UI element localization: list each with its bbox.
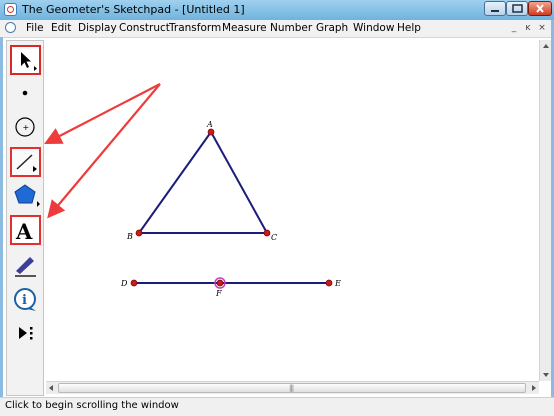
text-tool-label: A xyxy=(15,219,33,243)
pentagon-icon xyxy=(14,184,40,207)
marker-tool[interactable] xyxy=(10,251,41,281)
sketchpad-app-icon xyxy=(4,3,17,16)
menu-graph[interactable]: Graph xyxy=(316,22,348,34)
menu-display[interactable]: Display xyxy=(78,22,117,34)
horizontal-scrollbar[interactable]: ||| xyxy=(46,381,539,394)
label-d: D xyxy=(121,279,128,288)
scroll-arrows-icon xyxy=(543,44,549,377)
label-c: C xyxy=(271,233,278,242)
close-button[interactable] xyxy=(528,1,552,16)
arrow-icon xyxy=(21,52,37,71)
segment-ac xyxy=(210,131,268,234)
label-b: B xyxy=(127,232,133,241)
status-bar: Click to begin scrolling the window xyxy=(0,397,554,416)
menu-window[interactable]: Window xyxy=(353,22,394,34)
selection-arrow-tool[interactable] xyxy=(10,45,41,75)
menu-bar: File Edit Display Construct Transform Me… xyxy=(0,20,554,38)
minimize-button[interactable] xyxy=(484,1,506,16)
point-e xyxy=(325,279,333,287)
vertical-scrollbar[interactable] xyxy=(539,40,551,381)
svg-text:+: + xyxy=(23,123,30,132)
custom-tools-icon xyxy=(19,327,33,340)
point-icon xyxy=(22,90,28,96)
toolbox: + A i xyxy=(6,40,44,396)
document-icon[interactable] xyxy=(5,22,16,33)
menu-measure[interactable]: Measure xyxy=(222,22,267,34)
label-a: A xyxy=(207,120,213,129)
polygon-tool[interactable] xyxy=(10,181,41,211)
compass-tool[interactable]: + xyxy=(10,113,41,143)
title-bar: The Geometer's Sketchpad - [Untitled 1] xyxy=(0,0,554,21)
close-icon xyxy=(536,4,544,13)
doc-minimize-button[interactable]: _ xyxy=(508,23,520,34)
menu-file[interactable]: File xyxy=(26,22,44,34)
point-d xyxy=(130,279,138,287)
horizontal-scroll-thumb[interactable]: ||| xyxy=(58,383,526,393)
menu-help[interactable]: Help xyxy=(397,22,421,34)
menu-number[interactable]: Number xyxy=(270,22,312,34)
maximize-button[interactable] xyxy=(506,1,528,16)
maximize-icon xyxy=(512,4,523,13)
point-c xyxy=(263,229,271,237)
point-tool[interactable] xyxy=(10,79,41,109)
label-e: E xyxy=(335,279,341,288)
info-tool-label: i xyxy=(22,293,27,308)
scroll-grip-icon: ||| xyxy=(289,384,294,392)
window-frame-left xyxy=(0,37,3,397)
doc-restore-button[interactable]: ĸ xyxy=(522,23,534,34)
sketch-drawing xyxy=(130,128,333,289)
window-title: The Geometer's Sketchpad - [Untitled 1] xyxy=(22,3,245,16)
point-a xyxy=(207,128,215,136)
custom-tool[interactable] xyxy=(10,319,41,349)
segment-icon xyxy=(16,154,37,172)
point-b xyxy=(135,229,143,237)
marker-pen-icon xyxy=(15,257,36,277)
text-a-icon: A xyxy=(15,219,33,243)
menu-transform[interactable]: Transform xyxy=(169,22,221,34)
information-tool[interactable]: i xyxy=(10,285,41,315)
minimize-icon xyxy=(491,10,499,12)
menu-edit[interactable]: Edit xyxy=(51,22,71,34)
info-icon: i xyxy=(14,288,36,311)
menu-construct[interactable]: Construct xyxy=(119,22,170,34)
sketch-canvas[interactable]: A B C D E F xyxy=(46,40,539,381)
doc-close-button[interactable]: × xyxy=(536,23,548,34)
segment-ab xyxy=(138,131,212,234)
point-f xyxy=(216,279,224,287)
status-text: Click to begin scrolling the window xyxy=(5,400,179,411)
label-f: F xyxy=(216,289,222,298)
circle-icon: + xyxy=(15,117,35,137)
straightedge-tool[interactable] xyxy=(10,147,41,177)
text-tool[interactable]: A xyxy=(10,215,41,245)
